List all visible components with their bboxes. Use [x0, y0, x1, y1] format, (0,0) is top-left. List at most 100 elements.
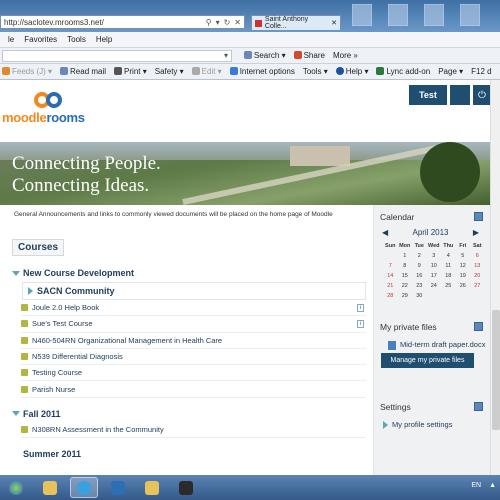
calendar-day[interactable]: 12: [456, 261, 471, 271]
calendar-day[interactable]: 6: [470, 251, 485, 261]
toolbar-search-field[interactable]: ▾: [2, 49, 232, 62]
manage-files-button[interactable]: Manage my private files: [381, 353, 474, 368]
tab-close-icon[interactable]: ✕: [331, 19, 337, 27]
category-fall-2011[interactable]: Fall 2011: [12, 406, 366, 422]
search-icon[interactable]: ⚲: [206, 18, 212, 27]
taskbar-app[interactable]: [104, 477, 132, 498]
calendar-day[interactable]: 8: [398, 261, 413, 271]
course-item[interactable]: Testing Course: [21, 365, 366, 382]
file-item[interactable]: Mid-term draft paper.docx: [374, 334, 491, 350]
calendar-day[interactable]: 17: [427, 271, 442, 281]
search-button[interactable]: Search ▾: [244, 51, 286, 60]
dock-icon[interactable]: [474, 402, 483, 411]
chevron-down-icon[interactable]: ▾: [224, 51, 228, 60]
info-icon[interactable]: i: [357, 320, 364, 329]
start-button[interactable]: [2, 477, 30, 498]
calendar-day[interactable]: 18: [441, 271, 456, 281]
calendar-day[interactable]: 5: [456, 251, 471, 261]
calendar-day[interactable]: 22: [398, 281, 413, 291]
course-link[interactable]: N460-504RN Organizational Management in …: [32, 336, 222, 345]
internet-options-button[interactable]: Internet options: [229, 67, 295, 76]
calendar-day[interactable]: 26: [456, 281, 471, 291]
menu-help[interactable]: Help: [96, 35, 112, 44]
language-indicator[interactable]: EN: [471, 482, 481, 489]
calendar-day[interactable]: 27: [470, 281, 485, 291]
subcategory-sacn-community[interactable]: SACN Community: [22, 282, 366, 300]
course-link[interactable]: N539 Differential Diagnosis: [32, 352, 123, 361]
course-item[interactable]: Sue's Test Course i: [21, 316, 366, 333]
course-item[interactable]: Joule 2.0 Help Book i: [21, 300, 366, 317]
course-item[interactable]: Parish Nurse: [21, 381, 366, 398]
next-month-icon[interactable]: ▶: [473, 228, 479, 237]
calendar-day[interactable]: 25: [441, 281, 456, 291]
courses-tab[interactable]: Courses: [12, 239, 65, 256]
taskbar-internet-explorer[interactable]: [70, 477, 98, 498]
scrollbar-thumb[interactable]: [492, 310, 500, 430]
f12-button[interactable]: F12 d: [471, 67, 491, 76]
course-link[interactable]: Sue's Test Course: [32, 319, 93, 328]
info-icon[interactable]: i: [357, 304, 364, 312]
tray-expand-icon[interactable]: ▲: [489, 482, 496, 489]
safety-button[interactable]: Safety ▾: [155, 67, 184, 76]
more-button[interactable]: More »: [333, 51, 358, 60]
refresh-icon[interactable]: ↻: [224, 18, 231, 27]
calendar-day[interactable]: 21: [383, 281, 398, 291]
stop-icon[interactable]: ✕: [234, 18, 241, 27]
prev-month-icon[interactable]: ◀: [382, 228, 388, 237]
calendar-day[interactable]: 14: [383, 271, 398, 281]
address-url[interactable]: http://saclotev.mrooms3.net/: [4, 18, 104, 27]
menu-file[interactable]: le: [8, 35, 14, 44]
calendar-day[interactable]: 23: [412, 281, 427, 291]
category-summer-2011[interactable]: Summer 2011: [12, 446, 366, 462]
calendar-day[interactable]: 9: [412, 261, 427, 271]
power-icon[interactable]: ⏻: [473, 85, 491, 105]
calendar-day[interactable]: 1: [398, 251, 413, 261]
taskbar-folder[interactable]: [138, 477, 166, 498]
calendar-day[interactable]: 3: [427, 251, 442, 261]
lync-button[interactable]: Lync add-on: [376, 67, 430, 76]
dock-icon[interactable]: [474, 212, 483, 221]
dropdown-icon[interactable]: ▾: [216, 18, 220, 27]
calendar-day[interactable]: 19: [456, 271, 471, 281]
calendar-day[interactable]: 11: [441, 261, 456, 271]
tools-button[interactable]: Tools ▾: [303, 67, 328, 76]
calendar-day[interactable]: 29: [398, 291, 413, 301]
test-button[interactable]: Test: [409, 85, 447, 105]
course-link[interactable]: Parish Nurse: [32, 385, 75, 394]
course-item[interactable]: N308RN Assessment in the Community: [21, 422, 366, 439]
address-bar[interactable]: http://saclotev.mrooms3.net/ ⚲ ▾ ↻ ✕: [0, 15, 245, 29]
course-item[interactable]: N539 Differential Diagnosis: [21, 349, 366, 366]
calendar-day[interactable]: 2: [412, 251, 427, 261]
edit-button[interactable]: Edit ▾: [191, 67, 222, 76]
calendar-day[interactable]: 7: [383, 261, 398, 271]
expand-arrow-icon[interactable]: [12, 411, 20, 417]
taskbar-explorer[interactable]: [36, 477, 64, 498]
collapse-arrow-icon[interactable]: [28, 287, 33, 295]
calendar-day[interactable]: 28: [383, 291, 398, 301]
menu-favorites[interactable]: Favorites: [24, 35, 57, 44]
menu-tools[interactable]: Tools: [67, 35, 86, 44]
dock-icon[interactable]: [474, 322, 483, 331]
profile-settings-link[interactable]: My profile settings: [392, 420, 452, 429]
page-button[interactable]: Page ▾: [438, 67, 463, 76]
calendar-month[interactable]: April 2013: [412, 228, 448, 237]
expand-arrow-icon[interactable]: [383, 420, 388, 429]
course-link[interactable]: Testing Course: [32, 368, 82, 377]
help-button[interactable]: Help ▾: [335, 67, 368, 76]
user-menu-button[interactable]: [450, 85, 470, 105]
file-link[interactable]: Mid-term draft paper.docx: [400, 340, 485, 350]
course-item[interactable]: N460-504RN Organizational Management in …: [21, 333, 366, 349]
share-button[interactable]: Share: [293, 51, 325, 60]
profile-settings-item[interactable]: My profile settings: [374, 414, 491, 429]
calendar-day[interactable]: 10: [427, 261, 442, 271]
category-new-course-development[interactable]: New Course Development: [12, 265, 366, 281]
calendar-day[interactable]: 20: [470, 271, 485, 281]
taskbar-recorder[interactable]: [172, 477, 200, 498]
read-mail-button[interactable]: Read mail: [60, 67, 106, 76]
calendar-day[interactable]: 30: [412, 291, 427, 301]
browser-tab[interactable]: Saint Anthony Colle... ✕: [251, 15, 341, 30]
print-button[interactable]: Print ▾: [114, 67, 147, 76]
calendar-day[interactable]: 16: [412, 271, 427, 281]
page-scrollbar[interactable]: [490, 80, 500, 475]
feeds-button[interactable]: Feeds (J) ▾: [2, 67, 52, 76]
